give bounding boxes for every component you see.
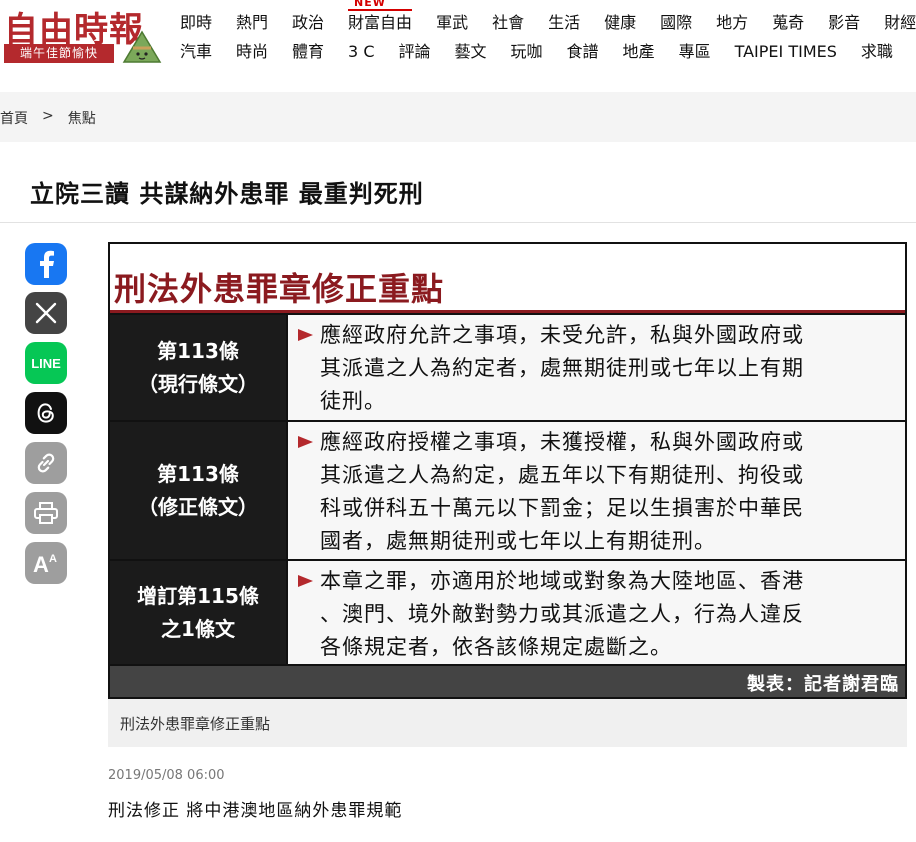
zongzi-icon (122, 30, 162, 63)
nav-item-finance[interactable]: 財經 (884, 11, 916, 35)
share-copy-link-button[interactable] (25, 442, 67, 484)
figure-credit: 製表：記者謝君臨 (747, 674, 899, 695)
breadcrumb-home[interactable]: 首頁 (0, 108, 28, 128)
threads-icon (37, 403, 54, 423)
nav-item-sports[interactable]: 體育 (292, 40, 324, 64)
nav-item-odd[interactable]: 蒐奇 (772, 11, 804, 35)
figure-footer: 製表：記者謝君臨 (110, 664, 905, 697)
figure-row-label: 第113條 （修正條文） (110, 422, 286, 559)
figure-title-band: 刑法外患罪章修正重點 (110, 244, 905, 312)
nav-item-opinion[interactable]: 評論 (398, 40, 430, 64)
nav-item-recipes[interactable]: 食譜 (567, 40, 599, 64)
nav-item-video[interactable]: 影音 (828, 11, 860, 35)
nav-row-primary: 即時 熱門 政治 NEW 財富自由 軍武 社會 生活 健康 國際 地方 蒐奇 影… (180, 0, 916, 35)
figure-row-body: 應經政府允許之事項，未受允許，私與外國政府或 其派遣之人為約定者，處無期徒刑或七… (286, 315, 905, 420)
breadcrumb: 首頁 > 焦點 (0, 108, 110, 128)
figure-row-body: 本章之罪，亦適用於地域或對象為大陸地區、香港 、澳門、境外敵對勢力或其派遣之人，… (286, 561, 905, 664)
link-icon (37, 453, 55, 473)
nav-item-arts[interactable]: 藝文 (455, 40, 487, 64)
figure-caption-band: 刑法外患罪章修正重點 (108, 699, 907, 747)
svg-text:A: A (33, 552, 49, 575)
nav-item-special[interactable]: 專區 (679, 40, 711, 64)
nav-item-fashion[interactable]: 時尚 (236, 40, 268, 64)
facebook-icon (40, 250, 54, 278)
nav-item-military[interactable]: 軍武 (436, 11, 468, 35)
site-logo[interactable]: 自由時報 端午佳節愉快 (4, 2, 164, 64)
title-divider (0, 222, 916, 223)
figure-title: 刑法外患罪章修正重點 (114, 270, 445, 308)
nav-item-local[interactable]: 地方 (716, 11, 748, 35)
new-badge: NEW (354, 0, 386, 9)
arrow-right-icon (298, 575, 313, 587)
nav-item-instant[interactable]: 即時 (180, 11, 212, 35)
nav-item-life[interactable]: 生活 (548, 11, 580, 35)
logo-badge: 端午佳節愉快 (4, 44, 114, 63)
printer-icon (34, 502, 58, 524)
nav-item-politics[interactable]: 政治 (292, 11, 324, 35)
article-lead: 刑法修正 將中港澳地區納外患罪規範 (108, 801, 403, 821)
nav-row-secondary: 汽車 時尚 體育 3 C 評論 藝文 玩咖 食譜 地產 專區 TAIPEI TI… (180, 40, 916, 64)
article-timestamp: 2019/05/08 06:00 (108, 768, 225, 783)
nav-item-play[interactable]: 玩咖 (511, 40, 543, 64)
figure-row: 第113條 （現行條文） 應經政府允許之事項，未受允許，私與外國政府或 其派遣之… (110, 313, 905, 420)
figure-row-text: 本章之罪，亦適用於地域或對象為大陸地區、香港 、澳門、境外敵對勢力或其派遣之人，… (298, 565, 899, 664)
x-icon (35, 302, 57, 324)
print-button[interactable] (25, 492, 67, 534)
font-size-icon: A A (33, 552, 57, 575)
nav-item-auto[interactable]: 汽車 (180, 40, 212, 64)
figure-row-body: 應經政府授權之事項，未獲授權，私與外國政府或 其派遣之人為約定，處五年以下有期徒… (286, 422, 905, 559)
figure-row-text: 應經政府授權之事項，未獲授權，私與外國政府或 其派遣之人為約定，處五年以下有期徒… (298, 426, 899, 558)
nav-item-world[interactable]: 國際 (660, 11, 692, 35)
nav-item-taipei-times[interactable]: TAIPEI TIMES (735, 40, 837, 64)
figure-row-text: 應經政府允許之事項，未受允許，私與外國政府或 其派遣之人為約定者，處無期徒刑或七… (298, 319, 899, 418)
arrow-right-icon (298, 436, 313, 448)
arrow-right-icon (298, 329, 313, 341)
nav-item-jobs[interactable]: 求職 (861, 40, 893, 64)
new-badge-underline (348, 9, 413, 11)
figure-row-label: 增訂第115條 之1條文 (110, 561, 286, 664)
svg-text:A: A (49, 553, 57, 565)
nav-item-property[interactable]: 地產 (623, 40, 655, 64)
svg-text:LINE: LINE (31, 356, 61, 371)
figure-row: 增訂第115條 之1條文 本章之罪，亦適用於地域或對象為大陸地區、香港 、澳門、… (110, 559, 905, 664)
breadcrumb-section[interactable]: 焦點 (68, 108, 96, 128)
nav-item-3c[interactable]: 3 C (348, 40, 374, 64)
figure-row: 第113條 （修正條文） 應經政府授權之事項，未獲授權，私與外國政府或 其派遣之… (110, 420, 905, 559)
breadcrumb-separator: > (42, 108, 54, 124)
font-size-button[interactable]: A A (25, 542, 67, 584)
article-figure[interactable]: 刑法外患罪章修正重點 第113條 （現行條文） 應經政府允許之事項，未受允許，私… (108, 242, 907, 699)
breadcrumb-bar: 首頁 > 焦點 (0, 92, 916, 142)
share-line-button[interactable]: LINE (25, 342, 67, 384)
figure-caption: 刑法外患罪章修正重點 (120, 715, 271, 733)
line-icon: LINE (31, 356, 61, 371)
nav-item-popular[interactable]: 熱門 (236, 11, 268, 35)
nav-item-health[interactable]: 健康 (604, 11, 636, 35)
share-x-button[interactable] (25, 292, 67, 334)
nav-item-wealth[interactable]: NEW 財富自由 (348, 0, 413, 35)
share-threads-button[interactable] (25, 392, 67, 434)
site-header: 自由時報 端午佳節愉快 即時 熱門 政治 NEW 財富自由 軍武 社會 生活 健… (0, 0, 916, 92)
nav-item-society[interactable]: 社會 (492, 11, 524, 35)
figure-row-label: 第113條 （現行條文） (110, 315, 286, 420)
share-facebook-button[interactable] (25, 243, 67, 285)
article-title: 立院三讀 共謀納外患罪 最重判死刑 (30, 180, 424, 208)
